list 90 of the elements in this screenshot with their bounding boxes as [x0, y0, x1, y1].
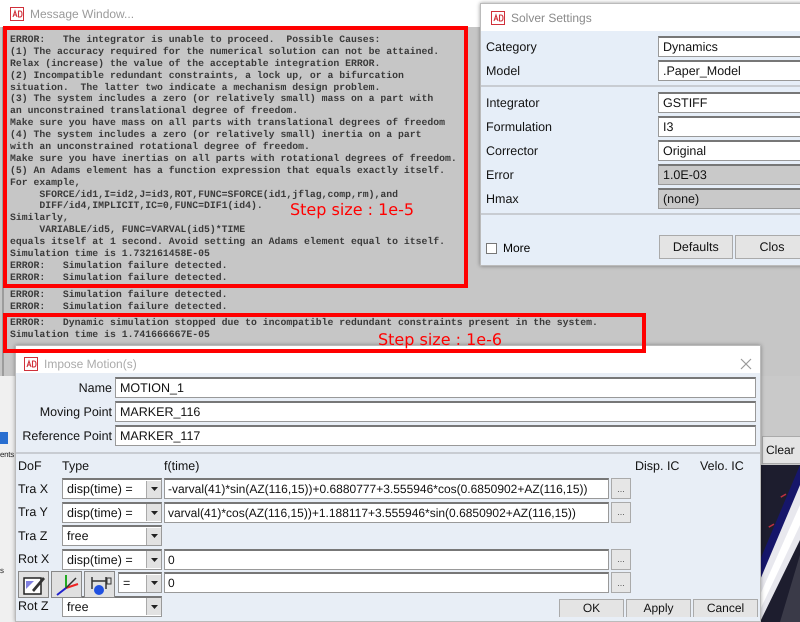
setting-label: Model [486, 64, 522, 78]
browse-button[interactable]: ... [611, 548, 631, 570]
clear-button[interactable]: Clear [762, 436, 800, 464]
checkbox[interactable] [486, 242, 497, 254]
setting-label: Integrator [486, 96, 541, 110]
log-line: (2) Incompatible redundant constraints, a lock up, or a bifurcation [10, 70, 404, 82]
setting-label: Hmax [486, 192, 520, 206]
annotation-label: Step size : 1e-6 [378, 331, 502, 349]
app-logo-icon [24, 356, 38, 370]
close-icon[interactable] [740, 358, 752, 370]
setting-field[interactable]: GSTIFF [658, 92, 800, 113]
log-line: ERROR: Simulation failure detected. [10, 272, 228, 284]
log-line: ERROR: The integrator is unable to proceed. Possible Causes: [10, 34, 380, 46]
browse-button[interactable]: ... [611, 572, 631, 594]
log-line: SFORCE/id1,I=id2,J=id3,ROT,FUNC=SFORCE(id1,jflag,comp,rm),and [38, 188, 398, 200]
expression-field[interactable]: 0 [164, 548, 609, 570]
type-dropdown[interactable]: free [62, 596, 162, 617]
browse-button[interactable]: ... [611, 502, 631, 523]
field-label: Reference Point [21, 428, 112, 442]
log-line: Simulation time is 1.732161458E-05 [10, 248, 210, 260]
dof-label: Rot Z [18, 599, 50, 614]
annotation-label: Step size : 1e-5 [290, 201, 414, 219]
list-text: ents [0, 450, 14, 459]
column-header: Disp. IC [635, 459, 680, 473]
log-line: DIFF/id4,IMPLICIT,IC=0,FUNC=DIF1(id4). [38, 200, 263, 212]
expression-field[interactable]: -varval(41)*sin(AZ(116,15))+0.6880777+3.555946*cos(0.6850902+AZ(116,15)) [164, 478, 609, 500]
type-dropdown[interactable]: = [118, 572, 162, 594]
setting-field[interactable]: Original [658, 140, 800, 161]
window-title: Solver Settings [511, 10, 592, 24]
expression-field[interactable]: 0 [164, 572, 609, 594]
input-field[interactable]: MARKER_117 [115, 425, 756, 446]
app-logo-icon [10, 6, 24, 20]
log-line: For example, [10, 176, 81, 189]
log-line: Similarly, [10, 212, 69, 224]
column-header: f(time) [164, 459, 200, 473]
setting-field[interactable]: Dynamics [658, 36, 800, 57]
type-dropdown[interactable]: disp(time) = [62, 548, 162, 570]
log-line: Relax (increase) the value of the acceptable integration ERROR. [10, 58, 380, 70]
dialog-button[interactable]: Defaults [658, 235, 733, 259]
log-line: equals itself at 1 second. Avoid setting an Adams element equal to itself. [10, 236, 446, 248]
browse-button[interactable]: ... [611, 478, 631, 500]
selection-marker [0, 432, 8, 444]
setting-field[interactable]: .Paper_Model [658, 60, 800, 81]
column-header: Type [62, 459, 90, 473]
list-text: s [0, 566, 4, 575]
expression-field[interactable]: varval(41)*cos(AZ(116,15))+1.188117+3.555946*sin(0.6850902+AZ(116,15)) [164, 502, 609, 523]
log-line: ERROR: Dynamic simulation stopped due to incompatible redundant constraints present in the system. [10, 317, 598, 330]
dof-label: Tra X [18, 482, 50, 496]
checkbox-label: More [503, 241, 530, 255]
window-title: Impose Motion(s) [44, 356, 138, 370]
type-dropdown[interactable]: disp(time) = [62, 502, 162, 523]
setting-label: Formulation [486, 120, 553, 134]
setting-label: Corrector [486, 144, 540, 158]
setting-label: Error [486, 168, 515, 182]
setting-label: Category [486, 40, 538, 54]
log-line: Simulation time is 1.741666667E-05 [10, 329, 210, 342]
input-field[interactable]: MOTION_1 [115, 377, 756, 398]
field-label: Moving Point [38, 404, 112, 418]
type-dropdown[interactable]: disp(time) = [62, 478, 162, 500]
axes-icon[interactable] [51, 571, 82, 598]
log-line: with an unconstrained rotational degree of freedom. [10, 141, 310, 153]
log-line: ERROR: Simulation failure detected. [10, 288, 228, 301]
log-line: ERROR: Simulation failure detected. [10, 260, 228, 272]
log-line: situation. The latter two indicate a mechanism design problem. [10, 82, 380, 94]
log-line: ERROR: Simulation failure detected. [10, 300, 228, 312]
log-line: (4) The system includes a zero (or relatively small) inertia on a part [10, 129, 422, 142]
dialog-button[interactable]: Apply [626, 599, 691, 617]
window-title: Message Window... [30, 6, 134, 20]
edit-icon[interactable] [18, 571, 49, 598]
dof-label: Tra Z [18, 528, 48, 543]
dialog-button[interactable]: OK [559, 599, 624, 617]
setting-field[interactable]: I3 [658, 116, 800, 137]
dialog-button[interactable]: Cancel [693, 599, 758, 617]
field-label: Name [78, 380, 112, 394]
log-line: Make sure you have mass on all parts with translational degrees of freedom [10, 117, 446, 130]
log-line: (3) The system includes a zero (or relatively small) mass on a part with [10, 93, 434, 106]
log-line: Make sure you have inertias on all parts with rotational degrees of freedom. [10, 152, 457, 165]
dialog-button[interactable]: Clos [734, 235, 800, 259]
dof-label: Tra Y [18, 505, 49, 520]
log-line: (1) The accuracy required for the numerical solution can not be attained. [10, 46, 440, 58]
type-dropdown[interactable]: free [62, 525, 162, 546]
dof-label: Rot X [18, 552, 50, 566]
joint-icon[interactable] [84, 571, 115, 598]
input-field[interactable]: MARKER_116 [115, 401, 756, 422]
app-logo-icon [491, 10, 505, 24]
column-header: Velo. IC [700, 459, 745, 473]
column-header: DoF [18, 459, 43, 473]
log-line: an unconstrained translational degree of freedom. [10, 105, 298, 118]
log-line: VARIABLE/id5, FUNC=VARVAL(id5)*TIME [38, 224, 246, 236]
log-line: (5) An Adams element has a function expression that equals exactly itself. [10, 164, 446, 177]
